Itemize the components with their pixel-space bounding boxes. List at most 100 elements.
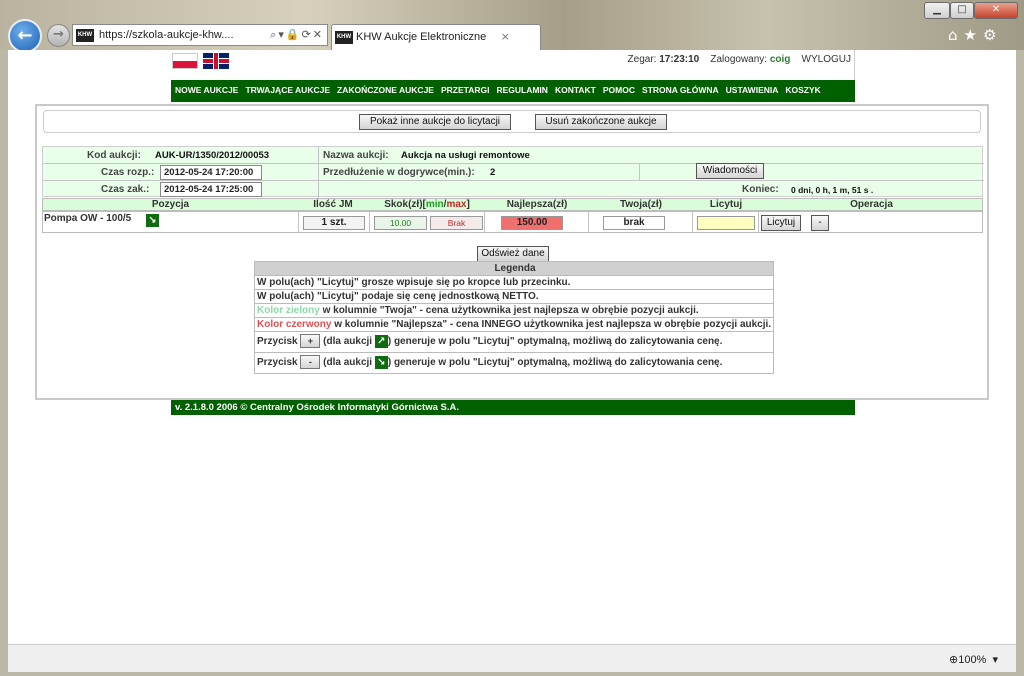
col-step: Skok(zł)[min/max] (371, 199, 483, 210)
your-price-field: brak (603, 216, 665, 230)
step-min-field: 10.00 (374, 216, 427, 230)
legend-line-1: W polu(ach) "Licytuj" grosze wpisuje się… (255, 275, 773, 289)
col-position: Pozycja (151, 199, 190, 210)
name-label: Nazwa aukcji: (323, 150, 389, 161)
browser-toolbar-icons[interactable]: ⌂★⚙ (948, 26, 1002, 44)
table-row: Pompa OW - 100/5 ↘ 1 szt. 10.00 Brak 150… (42, 211, 983, 233)
legend-line-3: Kolor zielony w kolumnie "Twoja" - cena … (255, 303, 773, 317)
page-header: Zegar: 17:23:10 Zalogowany: coig WYLOGUJ (171, 50, 855, 80)
legend-line-4: Kolor czerwony w kolumnie "Najlepsza" - … (255, 317, 773, 331)
uk-flag-icon[interactable] (203, 53, 229, 69)
clock-value: 17:23:10 (659, 54, 700, 65)
menu-item-ustawienia[interactable]: USTAWIENIA (722, 80, 782, 100)
best-price-field: 150.00 (501, 216, 563, 230)
legend-przycisk: Przycisk (257, 357, 298, 368)
menu-item-kontakt[interactable]: KONTAKT (551, 80, 599, 100)
menu-item-koszyk[interactable]: KOSZYK (781, 80, 823, 100)
remaining-label: Koniec: (742, 184, 779, 195)
maximize-button[interactable]: □ (950, 2, 974, 19)
up-arrow-icon: ↗ (374, 334, 388, 348)
back-arrow-icon[interactable]: ← (8, 19, 42, 53)
chevron-down-icon[interactable]: ▾ (992, 654, 998, 666)
legend-minus-button: - (300, 355, 321, 370)
close-window-button[interactable]: ✕ (974, 2, 1018, 19)
divider (369, 212, 370, 232)
divider (298, 212, 299, 232)
menu-item-pomoc[interactable]: POMOC (599, 80, 638, 100)
menu-item-trwajace[interactable]: TRWAJĄCE AUKCJE (241, 80, 333, 100)
col-qty: Ilość JM (313, 199, 353, 210)
session-status: Zegar: 17:23:10 Zalogowany: coig WYLOGUJ (628, 54, 851, 65)
minimize-button[interactable]: ▁ (924, 2, 950, 19)
bid-input[interactable] (697, 216, 755, 230)
menu-item-przetargi[interactable]: PRZETARGI (437, 80, 492, 100)
legend-gen-plus: ) generuje w polu "Licytuj" optymalną, m… (387, 336, 723, 347)
legend-line-3-text: w kolumnie "Twoja" - cena użytkownika je… (319, 305, 699, 316)
legend-line-minus: Przycisk - (dla aukcji ↘) generuje w pol… (255, 352, 773, 373)
action-bar: Pokaż inne aukcje do licytacji Usuń zako… (43, 110, 981, 133)
zoom-icon: ⊕ (948, 654, 959, 666)
browser-tab[interactable]: KHW KHW Aukcje Elektroniczne × (331, 24, 541, 50)
legend-green-text: Kolor zielony (257, 305, 320, 316)
legend-line-2: W polu(ach) "Licytuj" podaje się cenę je… (255, 289, 773, 303)
end-time-field: 2012-05-24 17:25:00 (160, 182, 262, 197)
legend-dla: (dla aukcji (323, 336, 373, 347)
start-time-field: 2012-05-24 17:20:00 (160, 165, 262, 180)
address-text: https://szkola-aukcje-khw.... (99, 29, 234, 41)
quantity-field: 1 szt. (303, 216, 365, 230)
legend-plus-button: + (300, 334, 321, 349)
divider (692, 212, 693, 232)
expand-arrow-icon[interactable]: ↘ (146, 214, 159, 227)
col-step-min: min (425, 199, 444, 210)
zoom-control[interactable]: ⊕100% ▾ (949, 653, 998, 666)
extension-label: Przedłużenie w dogrywce(min.): (323, 167, 475, 178)
messages-button[interactable]: Wiadomości (696, 163, 764, 179)
divider (43, 180, 984, 181)
logout-link[interactable]: WYLOGUJ (802, 54, 851, 65)
minus-button[interactable]: - (811, 215, 829, 231)
settings-gear-icon[interactable]: ⚙ (983, 26, 1002, 44)
position-name: Pompa OW - 100/5 (44, 213, 132, 224)
legend-box: Legenda W polu(ach) "Licytuj" grosze wpi… (254, 261, 774, 374)
divider (318, 147, 319, 198)
down-arrow-icon: ↘ (374, 355, 388, 369)
legend-dla: (dla aukcji (323, 357, 373, 368)
divider (588, 212, 589, 232)
bid-button[interactable]: Licytuj (761, 215, 801, 231)
zoom-level: 100% (958, 654, 987, 666)
address-bar-icons[interactable]: ⌕▾🔒⟳✕ (270, 25, 324, 45)
col-step-text: Skok(zł)[ (384, 199, 426, 210)
refresh-button[interactable]: Odśwież dane (477, 246, 549, 262)
show-other-auctions-button[interactable]: Pokaż inne aukcje do licytacji (359, 114, 511, 130)
address-bar[interactable]: KHW https://szkola-aukcje-khw.... ⌕▾🔒⟳✕ (72, 24, 328, 46)
forward-arrow-icon[interactable]: → (47, 24, 70, 47)
tab-favicon-icon: KHW (335, 31, 353, 44)
menu-item-nowe[interactable]: NOWE AUKCJE (171, 80, 241, 100)
auction-panel: Pokaż inne aukcje do licytacji Usuń zako… (35, 104, 989, 400)
legend-red-text: Kolor czerwony (257, 319, 332, 330)
legend-title: Legenda (255, 262, 773, 275)
col-step-max: max (446, 199, 467, 210)
legend-line-4-text: w kolumnie "Najlepsza" - cena INNEGO uży… (331, 319, 772, 330)
extension-value: 2 (490, 167, 496, 178)
favorites-star-icon[interactable]: ★ (964, 26, 983, 44)
divider (639, 163, 640, 180)
browser-status-bar: ⊕100% ▾ (8, 644, 1016, 672)
menu-item-zakonczone[interactable]: ZAKOŃCZONE AUKCJE (333, 80, 437, 100)
auction-info: Kod aukcji: AUK-UR/1350/2012/00053 Nazwa… (42, 146, 984, 198)
end-label: Czas zak.: (101, 184, 150, 195)
polish-flag-icon[interactable] (172, 53, 198, 69)
col-operation: Operacja (850, 199, 893, 210)
main-menu: NOWE AUKCJE TRWAJĄCE AUKCJE ZAKOŃCZONE AUK… (171, 80, 855, 102)
home-icon[interactable]: ⌂ (948, 26, 964, 44)
legend-line-plus: Przycisk + (dla aukcji ↗) generuje w pol… (255, 331, 773, 352)
menu-item-strona[interactable]: STRONA GŁÓWNA (638, 80, 722, 100)
auction-name: Aukcja na usługi remontowe (401, 150, 530, 161)
remove-finished-button[interactable]: Usuń zakończone aukcje (535, 114, 667, 130)
footer: v. 2.1.8.0 2006 © Centralny Ośrodek Info… (171, 400, 855, 415)
browser-title-bar: ▁ □ ✕ ← → KHW https://szkola-aukcje-khw.… (0, 0, 1024, 53)
start-label: Czas rozp.: (101, 167, 155, 178)
tab-close-icon[interactable]: × (501, 25, 510, 49)
menu-item-regulamin[interactable]: REGULAMIN (492, 80, 550, 100)
step-max-field: Brak (430, 216, 483, 230)
